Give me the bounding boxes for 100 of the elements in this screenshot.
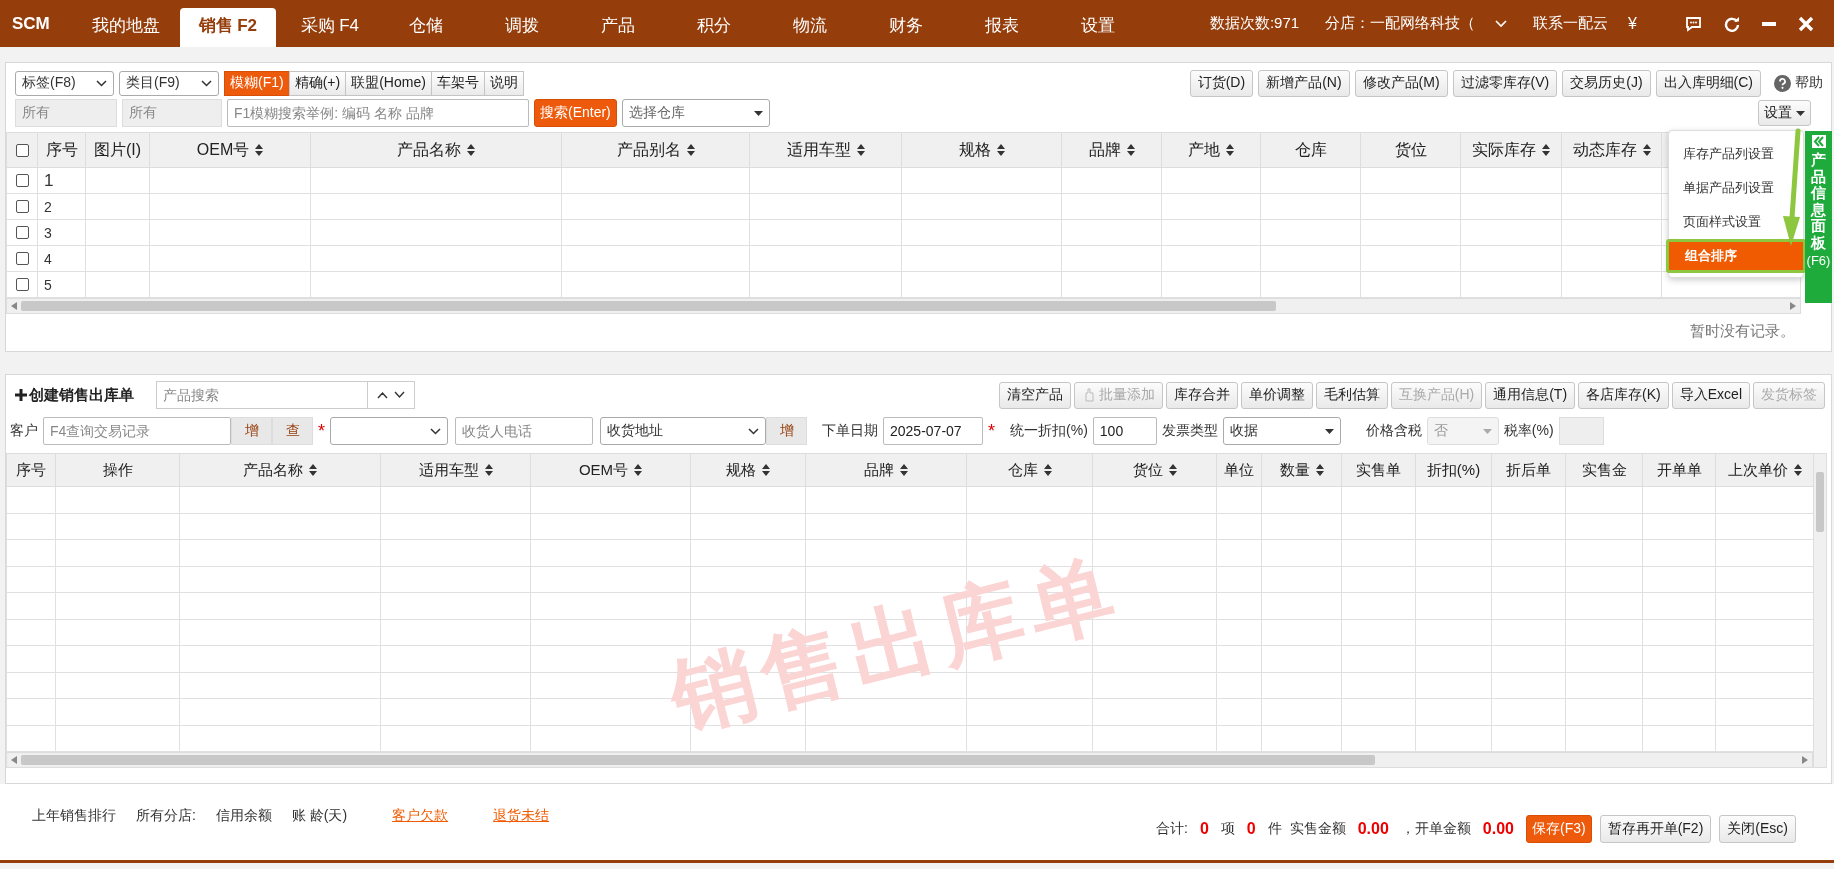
- column-header[interactable]: 品牌: [864, 460, 908, 480]
- filter-dropdown[interactable]: 类目(F9): [119, 70, 219, 96]
- toolbar-button[interactable]: 过滤零库存(V): [1452, 69, 1558, 97]
- toolbar-button[interactable]: 导入Excel: [1671, 381, 1750, 409]
- caret-down-icon: [1482, 428, 1492, 434]
- add-button[interactable]: 增: [231, 417, 272, 445]
- row-checkbox[interactable]: [15, 278, 29, 291]
- toolbar-button[interactable]: 毛利估算: [1315, 381, 1388, 409]
- date-field[interactable]: 2025-07-07: [883, 417, 983, 445]
- row-checkbox[interactable]: [15, 252, 29, 265]
- toolbar-button[interactable]: 通用信息(T): [1485, 381, 1576, 409]
- total-value: 0.00: [1357, 820, 1389, 838]
- scroll-right-icon[interactable]: [1790, 302, 1796, 310]
- close-icon[interactable]: [1798, 15, 1814, 32]
- discount-field[interactable]: 100: [1092, 417, 1157, 445]
- column-header: 折扣(%): [1426, 460, 1481, 480]
- menu-item[interactable]: 页面样式设置: [1669, 205, 1803, 239]
- summary-label: 账 龄(天): [291, 807, 348, 825]
- menu-item[interactable]: 单据产品列设置: [1669, 171, 1803, 205]
- contact-link[interactable]: 联系一配云: [1533, 14, 1609, 33]
- summary-link[interactable]: 退货未结: [493, 807, 550, 825]
- sort-icon: [1043, 464, 1052, 476]
- row-number: 3: [43, 224, 52, 241]
- toolbar-button[interactable]: 各店库存(K): [1578, 381, 1669, 409]
- nav-tab[interactable]: 销售 F2: [179, 8, 276, 47]
- minimize-icon[interactable]: [1762, 21, 1776, 26]
- chat-icon[interactable]: [1685, 15, 1702, 32]
- search-mode-tab[interactable]: 说明: [483, 70, 524, 96]
- search-mode-tab[interactable]: 车架号: [430, 70, 485, 96]
- toolbar-button[interactable]: 修改产品(M): [1354, 69, 1448, 97]
- add-address-button[interactable]: 增: [766, 417, 807, 445]
- sort-order-buttons[interactable]: [367, 381, 415, 409]
- filter-dropdown[interactable]: 标签(F8): [15, 70, 114, 96]
- toolbar-button[interactable]: 新增产品(N): [1258, 69, 1350, 97]
- toolbar-button[interactable]: 订货(D): [1189, 69, 1254, 97]
- nav-tab[interactable]: 积分: [665, 8, 762, 47]
- chevron-down-icon[interactable]: [1495, 19, 1508, 28]
- nav-tab[interactable]: 物流: [761, 8, 858, 47]
- nav-tab[interactable]: 调拨: [473, 8, 570, 47]
- footer-button[interactable]: 暂存再开单(F2): [1599, 815, 1712, 843]
- refresh-icon[interactable]: [1724, 15, 1740, 32]
- nav-tab[interactable]: 财务: [857, 8, 954, 47]
- currency-button[interactable]: ¥: [1628, 14, 1637, 33]
- toolbar-button[interactable]: 出入库明细(C): [1655, 69, 1761, 97]
- search-field[interactable]: F1模糊搜索举例: 编码 名称 品牌: [227, 99, 529, 127]
- chevron-down-icon: [748, 427, 759, 435]
- empty-message: 暂时没有记录。: [1690, 322, 1795, 339]
- sort-icon: [996, 144, 1005, 156]
- scroll-left-icon[interactable]: [11, 756, 17, 764]
- toolbar-button[interactable]: 单价调整: [1240, 381, 1313, 409]
- column-header: 货位: [1394, 139, 1427, 160]
- menu-item[interactable]: 库存产品列设置: [1669, 137, 1803, 171]
- warehouse-dropdown[interactable]: 选择仓库: [621, 99, 770, 127]
- column-header: 操作: [102, 460, 133, 480]
- settings-button[interactable]: 设置: [1758, 100, 1811, 126]
- footer-button[interactable]: 关闭(Esc): [1719, 815, 1796, 843]
- search-mode-tab[interactable]: 联盟(Home): [345, 70, 432, 96]
- sort-icon: [1793, 464, 1802, 476]
- scroll-right-icon[interactable]: [1802, 756, 1808, 764]
- nav-tab[interactable]: 产品: [569, 8, 666, 47]
- nav-tab[interactable]: 仓储: [377, 8, 474, 47]
- toolbar-button[interactable]: 库存合并: [1165, 381, 1238, 409]
- row-checkbox[interactable]: [15, 226, 29, 239]
- help-link[interactable]: 帮助: [1774, 74, 1823, 92]
- nav-tab[interactable]: 采购 F4: [281, 8, 378, 47]
- column-header: 序号: [45, 139, 78, 160]
- address-dropdown[interactable]: 收货地址: [600, 417, 766, 445]
- scrollbar[interactable]: [1813, 453, 1827, 768]
- sort-icon: [1126, 144, 1135, 156]
- summary-link[interactable]: 客户欠款: [392, 807, 449, 825]
- tax-rate-label: 税率(%): [1503, 422, 1554, 440]
- row-number: 4: [43, 250, 52, 267]
- phone-field[interactable]: 收货人电话: [455, 417, 593, 445]
- invoice-type-dropdown[interactable]: 收据: [1222, 417, 1341, 445]
- tax-rate-field[interactable]: [1558, 417, 1604, 445]
- column-header: 序号: [16, 460, 46, 480]
- customer-field[interactable]: F4查询交易记录: [43, 417, 231, 445]
- row-checkbox[interactable]: [15, 174, 29, 187]
- column-header: 实售单: [1356, 460, 1401, 480]
- toolbar-button[interactable]: 清空产品: [998, 381, 1071, 409]
- scroll-left-icon[interactable]: [11, 302, 17, 310]
- scrollbar[interactable]: [6, 752, 1813, 768]
- total-label: 实售金额: [1289, 820, 1346, 838]
- nav-tab[interactable]: 设置: [1049, 8, 1146, 47]
- product-search-field[interactable]: 产品搜索: [156, 381, 368, 409]
- caret-down-icon: [1324, 428, 1334, 434]
- row-checkbox[interactable]: [15, 200, 29, 213]
- search-mode-tab[interactable]: 精确(+): [288, 70, 347, 96]
- select-all-checkbox[interactable]: [15, 143, 29, 157]
- column-header[interactable]: 规格: [958, 139, 1005, 161]
- sort-icon: [1168, 464, 1177, 476]
- nav-tab[interactable]: 报表: [953, 8, 1050, 47]
- column-header[interactable]: 产品名称: [397, 139, 475, 161]
- scrollbar[interactable]: [6, 298, 1801, 314]
- total-label: ，开单金额: [1400, 820, 1471, 838]
- app-logo: SCM: [11, 14, 51, 35]
- toolbar-button[interactable]: 交易历史(J): [1562, 69, 1651, 97]
- query-button[interactable]: 查: [272, 417, 313, 445]
- nav-tab[interactable]: 我的地盘: [77, 8, 174, 47]
- tax-included-label: 价格含税: [1365, 422, 1422, 440]
